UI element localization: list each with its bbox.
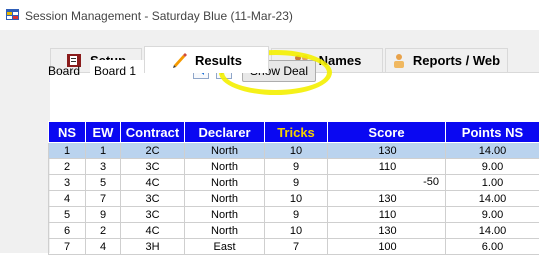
cell-contract[interactable]: 3H xyxy=(121,239,185,255)
cell-ns[interactable]: 6 xyxy=(49,223,86,239)
grid-header-row: NS EW Contract Declarer Tricks Score Poi… xyxy=(49,122,539,143)
cell-score[interactable]: 130 xyxy=(328,191,446,207)
board-label: Board xyxy=(48,64,80,78)
cell-contract[interactable]: 2C xyxy=(121,143,185,159)
table-row[interactable]: 4 7 3C North 10 130 14.00 xyxy=(49,191,539,207)
results-grid[interactable]: NS EW Contract Declarer Tricks Score Poi… xyxy=(48,121,539,255)
cell-ew[interactable]: 1 xyxy=(86,143,121,159)
cell-contract[interactable]: 3C xyxy=(121,207,185,223)
cell-declarer[interactable]: East xyxy=(185,239,265,255)
table-row[interactable]: 1 1 2C North 10 130 14.00 xyxy=(49,143,539,159)
tab-names-label: Names xyxy=(319,53,362,68)
cell-points-ns[interactable]: 9.00 xyxy=(446,159,539,175)
score-positive: 130 xyxy=(378,225,396,237)
score-positive: 130 xyxy=(378,145,396,157)
cell-tricks[interactable]: 7 xyxy=(265,239,328,255)
cell-ew[interactable]: 5 xyxy=(86,175,121,191)
cell-declarer[interactable]: North xyxy=(185,191,265,207)
cell-score[interactable]: 110 xyxy=(328,207,446,223)
table-row[interactable]: 2 3 3C North 9 110 9.00 xyxy=(49,159,539,175)
report-person-icon xyxy=(393,53,405,69)
table-row[interactable]: 5 9 3C North 9 110 9.00 xyxy=(49,207,539,223)
cell-contract[interactable]: 4C xyxy=(121,175,185,191)
board-select-value: Board 1 xyxy=(94,64,136,78)
title-bar: Session Management - Saturday Blue (11-M… xyxy=(0,0,539,30)
cell-score[interactable]: 100 xyxy=(328,239,446,255)
cell-contract[interactable]: 3C xyxy=(121,159,185,175)
column-header-ns[interactable]: NS xyxy=(49,122,86,143)
cell-ew[interactable]: 7 xyxy=(86,191,121,207)
column-header-score[interactable]: Score xyxy=(328,122,446,143)
cell-ns[interactable]: 2 xyxy=(49,159,86,175)
cell-points-ns[interactable]: 14.00 xyxy=(446,191,539,207)
column-header-tricks[interactable]: Tricks xyxy=(265,122,328,143)
cell-points-ns[interactable]: 1.00 xyxy=(446,175,539,191)
cell-ns[interactable]: 4 xyxy=(49,191,86,207)
cell-tricks[interactable]: 9 xyxy=(265,207,328,223)
column-header-declarer[interactable]: Declarer xyxy=(185,122,265,143)
cell-declarer[interactable]: North xyxy=(185,175,265,191)
score-positive: 100 xyxy=(378,241,396,253)
tab-reports-web[interactable]: Reports / Web xyxy=(385,48,508,72)
cell-declarer[interactable]: North xyxy=(185,223,265,239)
cell-score[interactable]: 130 xyxy=(328,143,446,159)
cell-points-ns[interactable]: 14.00 xyxy=(446,143,539,159)
tab-results[interactable]: Results xyxy=(144,46,269,73)
cell-tricks[interactable]: 10 xyxy=(265,223,328,239)
tab-results-label: Results xyxy=(195,53,242,68)
cell-ns[interactable]: 5 xyxy=(49,207,86,223)
cell-contract[interactable]: 4C xyxy=(121,223,185,239)
cell-declarer[interactable]: North xyxy=(185,159,265,175)
tab-reports-web-label: Reports / Web xyxy=(413,53,500,68)
cell-score[interactable]: -50 xyxy=(328,175,446,191)
cell-ew[interactable]: 9 xyxy=(86,207,121,223)
cell-contract[interactable]: 3C xyxy=(121,191,185,207)
score-positive: 110 xyxy=(379,209,397,221)
cell-ew[interactable]: 2 xyxy=(86,223,121,239)
cell-tricks[interactable]: 10 xyxy=(265,191,328,207)
score-positive: 110 xyxy=(379,161,397,173)
app-window-icon xyxy=(6,9,19,20)
cell-points-ns[interactable]: 6.00 xyxy=(446,239,539,255)
column-header-ew[interactable]: EW xyxy=(86,122,121,143)
cell-tricks[interactable]: 9 xyxy=(265,159,328,175)
table-row[interactable]: 3 5 4C North 9 -50 1.00 xyxy=(49,175,539,191)
cell-ew[interactable]: 4 xyxy=(86,239,121,255)
cell-tricks[interactable]: 10 xyxy=(265,143,328,159)
cell-ns[interactable]: 1 xyxy=(49,143,86,159)
cell-declarer[interactable]: North xyxy=(185,143,265,159)
cell-points-ns[interactable]: 9.00 xyxy=(446,207,539,223)
cell-ns[interactable]: 7 xyxy=(49,239,86,255)
score-positive: 130 xyxy=(378,193,396,205)
pencil-icon xyxy=(171,52,187,68)
table-row[interactable]: 7 4 3H East 7 100 6.00 xyxy=(49,239,539,255)
cell-score[interactable]: 130 xyxy=(328,223,446,239)
table-row[interactable]: 6 2 4C North 10 130 14.00 xyxy=(49,223,539,239)
window-title: Session Management - Saturday Blue (11-M… xyxy=(25,9,293,23)
cell-score[interactable]: 110 xyxy=(328,159,446,175)
score-negative: -50 xyxy=(423,176,439,188)
column-header-contract[interactable]: Contract xyxy=(121,122,185,143)
cell-ew[interactable]: 3 xyxy=(86,159,121,175)
cell-tricks[interactable]: 9 xyxy=(265,175,328,191)
cell-declarer[interactable]: North xyxy=(185,207,265,223)
cell-ns[interactable]: 3 xyxy=(49,175,86,191)
column-header-points-ns[interactable]: Points NS xyxy=(446,122,539,143)
cell-points-ns[interactable]: 14.00 xyxy=(446,223,539,239)
